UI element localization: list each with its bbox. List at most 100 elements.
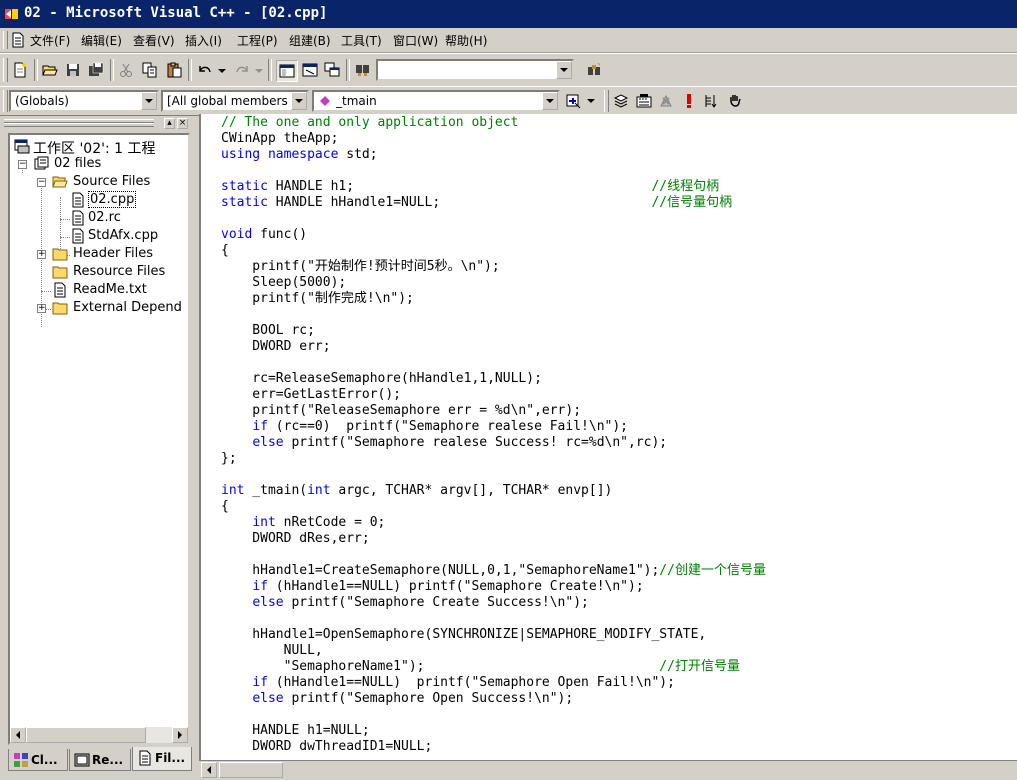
tree-item-workspace[interactable]: 工作区 '02': 1 工程 — [14, 137, 188, 157]
tree-item-source-files[interactable]: − Source Files — [37, 173, 188, 191]
workspace-grip[interactable] — [4, 123, 154, 127]
new-text-file-button[interactable] — [10, 60, 30, 80]
member-combo[interactable]: _tmain — [312, 90, 560, 112]
code-line[interactable]: err=GetLastError(); — [221, 387, 401, 402]
tree-item-02-rc[interactable]: 02.rc — [70, 209, 188, 227]
output-window-button[interactable] — [300, 60, 320, 80]
code-line[interactable]: // The one and only application object — [221, 115, 518, 130]
redo-button[interactable] — [232, 60, 252, 80]
tab-file-view[interactable]: Fil... — [132, 747, 192, 771]
workspace-maximize-button[interactable]: ▴ — [164, 118, 175, 129]
save-button[interactable] — [63, 60, 83, 80]
workspace-close-button[interactable]: × — [177, 118, 188, 129]
code-line[interactable]: Sleep(5000); — [221, 275, 346, 290]
compile-button[interactable] — [611, 91, 631, 111]
find-button[interactable] — [584, 60, 604, 80]
scroll-thumb[interactable] — [26, 727, 146, 743]
code-text[interactable]: // The one and only application object C… — [221, 115, 766, 755]
class-combo-dropdown-button[interactable] — [141, 92, 157, 110]
tab-resource-view[interactable]: Re... — [69, 749, 131, 771]
code-line[interactable]: using namespace std; — [221, 147, 378, 162]
tree-horizontal-scrollbar[interactable] — [10, 727, 188, 743]
tree-item-external-dependencies[interactable]: + External Depend — [37, 299, 188, 317]
undo-button[interactable] — [195, 60, 215, 80]
stop-build-button[interactable] — [656, 91, 676, 111]
find-combo[interactable] — [376, 59, 574, 81]
tree-item-project[interactable]: − 02 files — [18, 155, 188, 173]
build-button[interactable] — [634, 91, 654, 111]
open-button[interactable] — [40, 60, 60, 80]
workspace-toggle-button[interactable] — [276, 60, 298, 82]
editor-horizontal-scrollbar[interactable] — [199, 760, 1017, 780]
find-combo-dropdown-button[interactable] — [556, 61, 572, 79]
code-line[interactable]: printf("ReleaseSemaphore err = %d\n",err… — [221, 403, 581, 418]
code-line[interactable]: void func() — [221, 227, 307, 242]
collapse-toggle[interactable]: − — [37, 178, 46, 187]
menu-edit[interactable]: 编辑(E) — [81, 32, 122, 49]
redo-dropdown-arrow[interactable] — [255, 69, 263, 73]
toolbar-grip[interactable] — [604, 90, 609, 112]
code-line[interactable]: if (hHandle1==NULL) printf("Semaphore Op… — [221, 675, 675, 690]
menubar-grip[interactable] — [3, 31, 8, 49]
find-in-files-button[interactable] — [353, 60, 373, 80]
code-line[interactable]: int _tmain(int argc, TCHAR* argv[], TCHA… — [221, 483, 612, 498]
code-line[interactable]: if (rc==0) printf("Semaphore realese Fai… — [221, 419, 628, 434]
code-line[interactable]: hHandle1=CreateSemaphore(NULL,0,1,"Semap… — [221, 563, 766, 578]
scroll-right-button[interactable] — [172, 727, 188, 743]
paste-button[interactable] — [164, 60, 184, 80]
expand-toggle[interactable]: + — [37, 250, 46, 259]
menu-project[interactable]: 工程(P) — [237, 32, 278, 49]
file-tree[interactable]: 工作区 '02': 1 工程 − 02 files − Source Files… — [8, 133, 190, 745]
go-button[interactable] — [702, 91, 722, 111]
code-line[interactable]: BOOL rc; — [221, 323, 315, 338]
code-line[interactable]: else printf("Semaphore Open Success!\n")… — [221, 691, 573, 706]
toolbar-grip[interactable] — [3, 90, 8, 112]
code-line[interactable]: DWORD dwThreadID1=NULL; — [221, 739, 432, 754]
code-line[interactable]: NULL, — [221, 643, 323, 658]
document-icon[interactable] — [10, 32, 26, 48]
code-line[interactable]: rc=ReleaseSemaphore(hHandle1,1,NULL); — [221, 371, 542, 386]
window-list-button[interactable] — [322, 60, 342, 80]
tab-class-view[interactable]: Cl... — [8, 749, 68, 771]
class-combo[interactable]: (Globals) — [9, 90, 159, 112]
tree-item-stdafx-cpp[interactable]: StdAfx.cpp — [70, 227, 188, 245]
code-line[interactable]: static HANDLE h1; //线程句柄 — [221, 179, 719, 194]
code-line[interactable]: printf("制作完成!\n"); — [221, 291, 414, 306]
scroll-left-button[interactable] — [10, 727, 26, 743]
menu-view[interactable]: 查看(V) — [133, 32, 175, 49]
code-line[interactable]: CWinApp theApp; — [221, 131, 338, 146]
code-line[interactable]: DWORD err; — [221, 339, 330, 354]
tree-item-02-cpp[interactable]: 02.cpp — [70, 191, 188, 209]
expand-toggle[interactable]: + — [37, 304, 46, 313]
menu-tools[interactable]: 工具(T) — [341, 32, 382, 49]
save-all-button[interactable] — [86, 60, 106, 80]
menu-help[interactable]: 帮助(H) — [445, 32, 487, 49]
code-line[interactable]: }; — [221, 451, 237, 466]
execute-button[interactable] — [679, 91, 699, 111]
code-line[interactable]: DWORD dRes,err; — [221, 531, 369, 546]
code-editor[interactable]: // The one and only application object C… — [199, 114, 1017, 760]
code-line[interactable]: else printf("Semaphore Create Success!\n… — [221, 595, 589, 610]
code-line[interactable]: "SemaphoreName1"); //打开信号量 — [221, 659, 740, 674]
insert-breakpoint-button[interactable] — [725, 91, 745, 111]
code-line[interactable]: static HANDLE hHandle1=NULL; //信号量句柄 — [221, 195, 732, 210]
wizardbar-actions-button[interactable] — [563, 91, 583, 111]
code-line[interactable]: HANDLE h1=NULL; — [221, 723, 369, 738]
code-line[interactable]: int nRetCode = 0; — [221, 515, 385, 530]
toolbar-grip[interactable] — [3, 58, 8, 82]
menu-window[interactable]: 窗口(W) — [393, 32, 438, 49]
collapse-toggle[interactable]: − — [18, 160, 27, 169]
menu-file[interactable]: 文件(F) — [30, 32, 70, 49]
scroll-left-button[interactable] — [201, 762, 217, 778]
tree-item-resource-files[interactable]: Resource Files — [37, 263, 188, 281]
copy-button[interactable] — [140, 60, 160, 80]
code-line[interactable]: { — [221, 243, 229, 258]
wizardbar-actions-dropdown-arrow[interactable] — [587, 99, 595, 103]
menu-insert[interactable]: 插入(I) — [185, 32, 222, 49]
member-combo-dropdown-button[interactable] — [542, 92, 558, 110]
filter-combo-dropdown-button[interactable] — [291, 92, 307, 110]
tree-item-header-files[interactable]: + Header Files — [37, 245, 188, 263]
undo-dropdown-arrow[interactable] — [218, 69, 226, 73]
code-line[interactable]: hHandle1=OpenSemaphore(SYNCHRONIZE|SEMAP… — [221, 627, 706, 642]
visual-cpp-app-icon[interactable] — [4, 6, 20, 22]
